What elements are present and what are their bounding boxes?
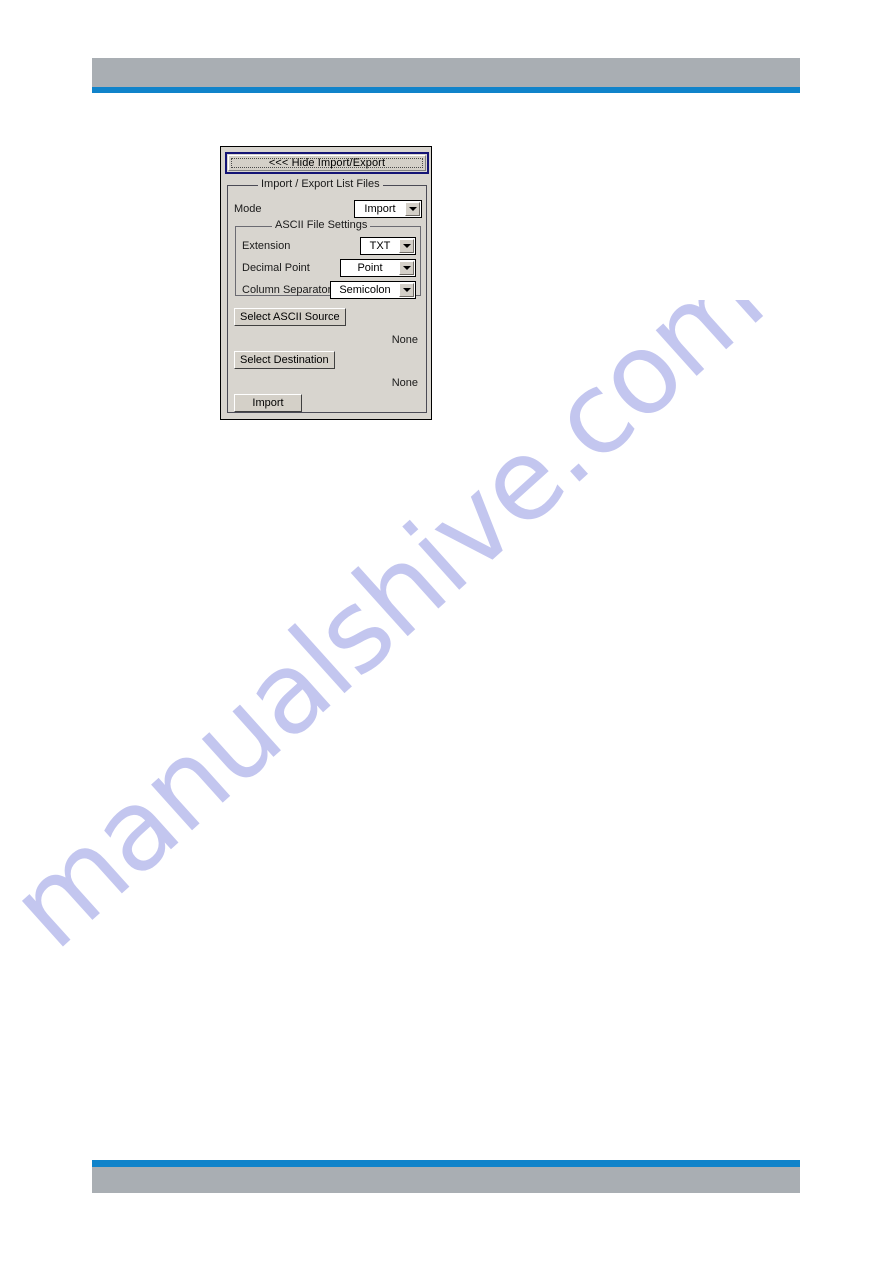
import-export-dialog: <<< Hide Import/Export Import / Export L… bbox=[220, 146, 432, 420]
import-export-list-files-group: Import / Export List Files Mode Import A… bbox=[227, 178, 427, 413]
hide-import-export-label: <<< Hide Import/Export bbox=[268, 157, 386, 169]
extension-row: Extension TXT bbox=[242, 237, 416, 255]
ascii-file-settings-group-title: ASCII File Settings bbox=[272, 219, 371, 231]
decimal-point-dropdown-value: Point bbox=[357, 262, 383, 274]
page-footer-bar bbox=[92, 1160, 800, 1193]
ascii-source-value: None bbox=[391, 334, 418, 346]
select-destination-button[interactable]: Select Destination bbox=[234, 351, 335, 369]
extension-label: Extension bbox=[242, 240, 291, 252]
extension-dropdown[interactable]: TXT bbox=[360, 237, 416, 255]
mode-dropdown[interactable]: Import bbox=[354, 200, 422, 218]
import-action-label: Import bbox=[252, 397, 284, 409]
column-separator-row: Column Separator Semicolon bbox=[242, 281, 416, 299]
extension-dropdown-value: TXT bbox=[369, 240, 391, 252]
footer-gray-band bbox=[92, 1167, 800, 1193]
select-ascii-source-button[interactable]: Select ASCII Source bbox=[234, 308, 346, 326]
header-blue-rule bbox=[92, 87, 800, 93]
footer-blue-rule bbox=[92, 1160, 800, 1167]
page-header-bar bbox=[92, 58, 800, 93]
mode-dropdown-value: Import bbox=[364, 203, 396, 215]
decimal-point-dropdown[interactable]: Point bbox=[340, 259, 416, 277]
import-export-list-files-group-title: Import / Export List Files bbox=[258, 178, 383, 190]
decimal-point-label: Decimal Point bbox=[242, 262, 310, 274]
header-gray-band bbox=[92, 58, 800, 87]
chevron-down-icon[interactable] bbox=[405, 202, 420, 216]
mode-row: Mode Import bbox=[234, 200, 422, 220]
select-ascii-source-label: Select ASCII Source bbox=[240, 311, 340, 323]
import-action-button[interactable]: Import bbox=[234, 394, 302, 412]
decimal-point-row: Decimal Point Point bbox=[242, 259, 416, 277]
watermark: manualshive.com bbox=[0, 300, 893, 1200]
column-separator-dropdown[interactable]: Semicolon bbox=[330, 281, 416, 299]
chevron-down-icon[interactable] bbox=[399, 239, 414, 253]
mode-label: Mode bbox=[234, 203, 262, 215]
hide-import-export-button[interactable]: <<< Hide Import/Export bbox=[228, 155, 426, 171]
destination-value: None bbox=[391, 377, 418, 389]
chevron-down-icon[interactable] bbox=[399, 261, 414, 275]
column-separator-label: Column Separator bbox=[242, 284, 332, 296]
hide-import-export-focus-frame: <<< Hide Import/Export bbox=[225, 152, 429, 174]
select-destination-label: Select Destination bbox=[240, 354, 329, 366]
chevron-down-icon[interactable] bbox=[399, 283, 414, 297]
ascii-file-settings-group: ASCII File Settings Extension TXT Decima… bbox=[235, 219, 421, 299]
column-separator-dropdown-value: Semicolon bbox=[339, 284, 391, 296]
